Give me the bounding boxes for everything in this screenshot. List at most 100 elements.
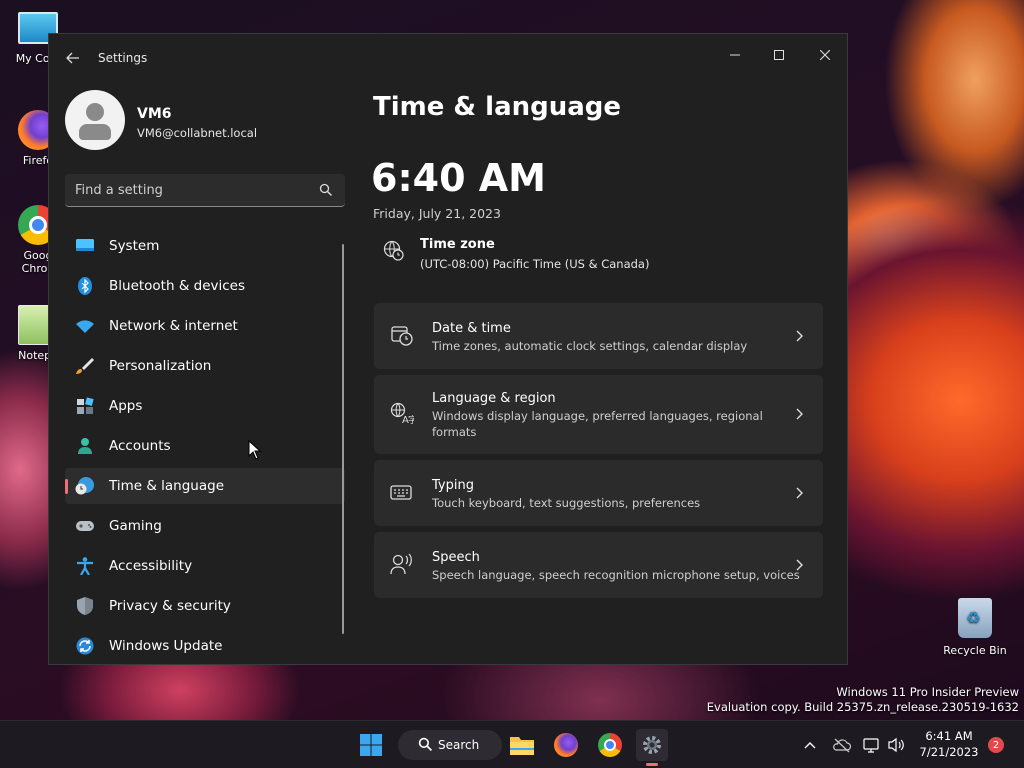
back-button[interactable] [61,46,85,70]
brush-icon [76,358,94,374]
bluetooth-icon [78,277,92,295]
search-input[interactable] [75,180,305,200]
sidebar-item-label: Accounts [109,438,171,454]
time-language-icon [75,477,94,495]
gamepad-icon [76,521,94,531]
sidebar-item-label: Gaming [109,518,162,534]
apps-icon [77,397,94,414]
chevron-right-icon [796,408,803,420]
taskbar-clock-date[interactable]: 7/21/2023 [918,745,980,759]
accounts-icon [78,438,92,454]
card-title: Typing [432,478,474,493]
active-indicator [646,763,658,766]
sidebar-item-privacy[interactable]: Privacy & security [65,588,345,624]
card-description: Speech language, speech recognition micr… [432,568,800,582]
chevron-right-icon [796,330,803,342]
taskbar-file-explorer[interactable] [506,729,538,761]
chevron-up-icon[interactable] [800,735,820,755]
sidebar-item-windows-update[interactable]: Windows Update [65,628,345,664]
card-typing[interactable]: Typing Touch keyboard, text suggestions,… [374,460,823,526]
taskbar-search-label: Search [438,738,480,752]
sidebar-item-network[interactable]: Network & internet [65,308,345,344]
windows-logo-icon [360,734,382,756]
taskbar-chrome[interactable] [594,729,626,761]
svg-text:字: 字 [408,414,414,424]
taskbar: Search 6:41 AM 7/21/2023 2 [0,720,1024,768]
timezone-value: (UTC-08:00) Pacific Time (US & Canada) [420,257,650,271]
network-icon[interactable] [862,735,882,755]
chevron-right-icon [796,559,803,571]
sidebar-item-label: Accessibility [109,558,193,574]
sidebar-item-label: Personalization [109,358,212,374]
notification-badge[interactable]: 2 [988,737,1004,753]
search-icon [418,737,432,751]
system-icon [76,239,94,251]
user-name: VM6 [137,106,172,122]
main-content: Time & language 6:40 AM Friday, July 21,… [371,34,833,664]
chevron-right-icon [796,487,803,499]
watermark-line1: Windows 11 Pro Insider Preview [836,685,1019,699]
card-date-time[interactable]: Date & time Time zones, automatic clock … [374,303,823,369]
sidebar-item-label: Windows Update [109,638,223,654]
sidebar-item-bluetooth[interactable]: Bluetooth & devices [65,268,345,304]
sidebar-item-apps[interactable]: Apps [65,388,345,424]
card-title: Date & time [432,321,511,336]
search-icon[interactable] [319,183,333,197]
sidebar-item-label: Privacy & security [109,598,231,614]
onedrive-icon[interactable] [832,735,852,755]
sidebar-item-system[interactable]: System [65,228,345,264]
firefox-icon [554,733,578,757]
sidebar-item-accounts[interactable]: Accounts [65,428,345,464]
volume-icon[interactable] [886,735,906,755]
calendar-clock-icon [391,326,413,346]
wifi-icon [76,320,94,333]
sidebar-item-label: Time & language [109,478,225,494]
timezone-title: Time zone [420,237,495,252]
taskbar-clock-time[interactable]: 6:41 AM [924,729,974,743]
start-button[interactable] [355,729,387,761]
mouse-cursor-icon [248,440,262,460]
update-icon [76,637,94,655]
shield-icon [77,597,93,615]
user-profile[interactable]: VM6 VM6@collabnet.local [65,90,355,154]
card-description: Touch keyboard, text suggestions, prefer… [432,496,701,510]
sidebar-item-label: System [109,238,160,254]
card-description: Time zones, automatic clock settings, ca… [432,339,748,353]
sidebar-item-time-language[interactable]: Time & language [65,468,345,504]
search-box[interactable] [65,174,345,207]
current-date: Friday, July 21, 2023 [373,206,501,221]
avatar [65,90,125,150]
settings-window: Settings VM6 VM6@collabnet.local System … [48,33,848,665]
recycle-bin-icon: ♻ [958,598,992,638]
chrome-icon [598,733,622,757]
card-speech[interactable]: Speech Speech language, speech recogniti… [374,532,823,598]
back-arrow-icon [66,52,79,64]
globe-clock-icon [383,240,404,261]
desktop-icon-label: Recycle Bin [943,644,1007,657]
sidebar-item-label: Apps [109,398,143,414]
folder-icon [510,737,534,755]
sidebar-item-gaming[interactable]: Gaming [65,508,345,544]
card-description: Windows display language, preferred lang… [432,409,763,439]
gear-icon [643,736,661,754]
taskbar-settings[interactable] [636,729,668,766]
taskbar-firefox[interactable] [550,729,582,761]
sidebar-scrollbar[interactable] [342,244,344,634]
sidebar-item-personalization[interactable]: Personalization [65,348,345,384]
card-language-region[interactable]: A字 Language & region Windows display lan… [374,375,823,454]
taskbar-search[interactable]: Search [398,730,502,760]
watermark-line2: Evaluation copy. Build 25375.zn_release.… [706,700,1019,714]
language-icon: A字 [390,402,414,424]
sidebar-item-label: Bluetooth & devices [109,278,246,294]
speech-icon [390,553,412,575]
sidebar-nav: System Bluetooth & devices Network & int… [65,228,345,664]
current-time: 6:40 AM [371,156,546,200]
sidebar-item-label: Network & internet [109,318,238,334]
sidebar-item-accessibility[interactable]: Accessibility [65,548,345,584]
card-title: Language & region [432,391,556,406]
page-title: Time & language [373,92,622,122]
keyboard-icon [390,485,412,500]
accessibility-icon [77,557,93,575]
desktop-icon-recycle-bin[interactable]: ♻ Recycle Bin [942,598,1008,657]
user-email: VM6@collabnet.local [137,126,258,140]
